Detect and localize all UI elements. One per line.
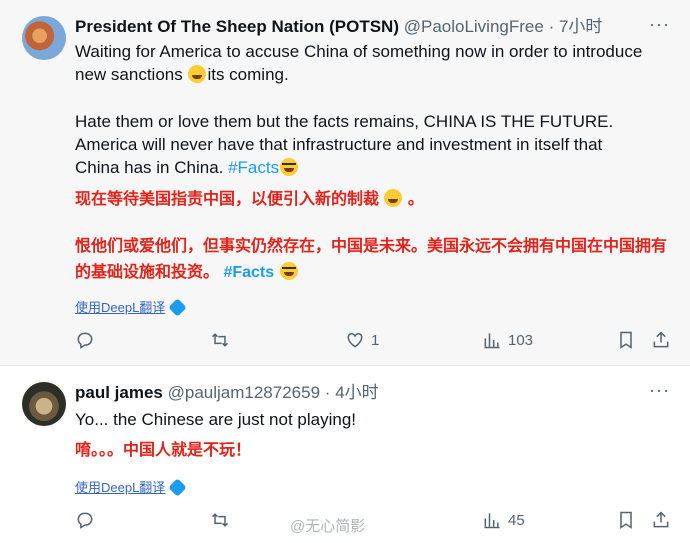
tweet-header: paul james @pauljam12872659 · 4小时 (75, 382, 379, 404)
translate-label[interactable]: 使用DeepL翻译 (75, 480, 165, 495)
views-button[interactable]: 103 (482, 330, 533, 350)
hashtag-link[interactable]: #Facts (223, 264, 274, 281)
author-handle[interactable]: @PaoloLivingFree (404, 17, 544, 36)
tweet-actions: 1 103 (0, 330, 690, 354)
translate-label[interactable]: 使用DeepL翻译 (75, 300, 165, 315)
translation-text: 唷。。。中国人就是不玩！ (75, 442, 252, 459)
like-count: 1 (371, 331, 380, 349)
retweet-button[interactable] (210, 510, 236, 530)
views-count: 45 (508, 511, 525, 529)
text-segment: China has in China. (75, 158, 229, 177)
author-name[interactable]: paul james (75, 383, 163, 402)
text-line: China has in China. #Facts (75, 156, 675, 179)
bookmark-icon (620, 511, 632, 529)
retweet-button[interactable] (210, 330, 236, 350)
translation-text: 恨他们或爱他们，但事实仍然存在，中国是未来。美国永远不会拥有中国在中国拥有的基础… (75, 238, 668, 281)
verified-badge-icon (168, 298, 188, 317)
like-button[interactable]: 1 (345, 330, 379, 350)
translation-text: 。 (403, 191, 424, 208)
watermark: @无心简影 (290, 518, 366, 535)
reply-button[interactable] (75, 330, 101, 350)
verified-badge-icon (168, 478, 188, 497)
text-line: Hate them or love them but the facts rem… (75, 112, 614, 131)
separator-dot: · (548, 17, 555, 36)
share-icon (653, 511, 669, 528)
text-segment: its coming. (207, 65, 289, 84)
translate-link[interactable]: 使用DeepL翻译 (75, 477, 188, 497)
nerd-emoji-icon (280, 158, 299, 176)
retweet-icon (211, 333, 229, 347)
author-name[interactable]: President Of The Sheep Nation (POTSN) (75, 17, 399, 36)
separator-dot: · (324, 383, 331, 402)
views-count: 103 (508, 331, 534, 349)
tweet-header: President Of The Sheep Nation (POTSN) @P… (75, 16, 602, 38)
heart-icon (347, 332, 363, 348)
avatar[interactable] (22, 16, 66, 60)
avatar[interactable] (22, 382, 66, 426)
views-icon (484, 513, 500, 529)
text-line: new sanctions its coming. (75, 63, 675, 86)
timestamp[interactable]: 4小时 (335, 383, 378, 402)
bookmark-icon (620, 331, 632, 349)
reply-icon (77, 512, 93, 529)
reply-icon (77, 332, 93, 349)
rofl-emoji-icon (384, 189, 403, 207)
reply-button[interactable] (75, 510, 101, 530)
timestamp[interactable]: 7小时 (559, 17, 602, 36)
share-button[interactable] (651, 510, 671, 530)
share-button[interactable] (651, 330, 671, 350)
views-icon (484, 333, 500, 349)
text-line: Waiting for America to accuse China of s… (75, 42, 643, 61)
translation-paragraph-2: 恨他们或爱他们，但事实仍然存在，中国是未来。美国永远不会拥有中国在中国拥有的基础… (75, 234, 670, 286)
text-line: America will never have that infrastruct… (75, 135, 603, 154)
share-icon (653, 331, 669, 348)
tweet-1[interactable]: President Of The Sheep Nation (POTSN) @P… (0, 0, 690, 365)
tweet-text-paragraph-2: Hate them or love them but the facts rem… (75, 110, 675, 179)
text-segment: new sanctions (75, 65, 188, 84)
tweet-text: Yo... the Chinese are just not playing! (75, 410, 356, 429)
tweet-text: Waiting for America to accuse China of s… (75, 40, 675, 86)
translation-line-1: 现在等待美国指责中国，以便引入新的制裁 。 (75, 187, 670, 213)
retweet-icon (211, 513, 229, 527)
views-button[interactable]: 45 (482, 510, 525, 530)
hashtag-link[interactable]: #Facts (228, 158, 279, 177)
rofl-emoji-icon (188, 65, 207, 83)
more-options-icon[interactable]: ··· (649, 380, 670, 401)
nerd-emoji-icon (279, 262, 298, 280)
author-handle[interactable]: @pauljam12872659 (168, 383, 320, 402)
translate-link[interactable]: 使用DeepL翻译 (75, 297, 188, 317)
bookmark-button[interactable] (616, 330, 636, 350)
more-options-icon[interactable]: ··· (649, 14, 670, 35)
translation-text: 现在等待美国指责中国，以便引入新的制裁 (75, 191, 384, 208)
bookmark-button[interactable] (616, 510, 636, 530)
